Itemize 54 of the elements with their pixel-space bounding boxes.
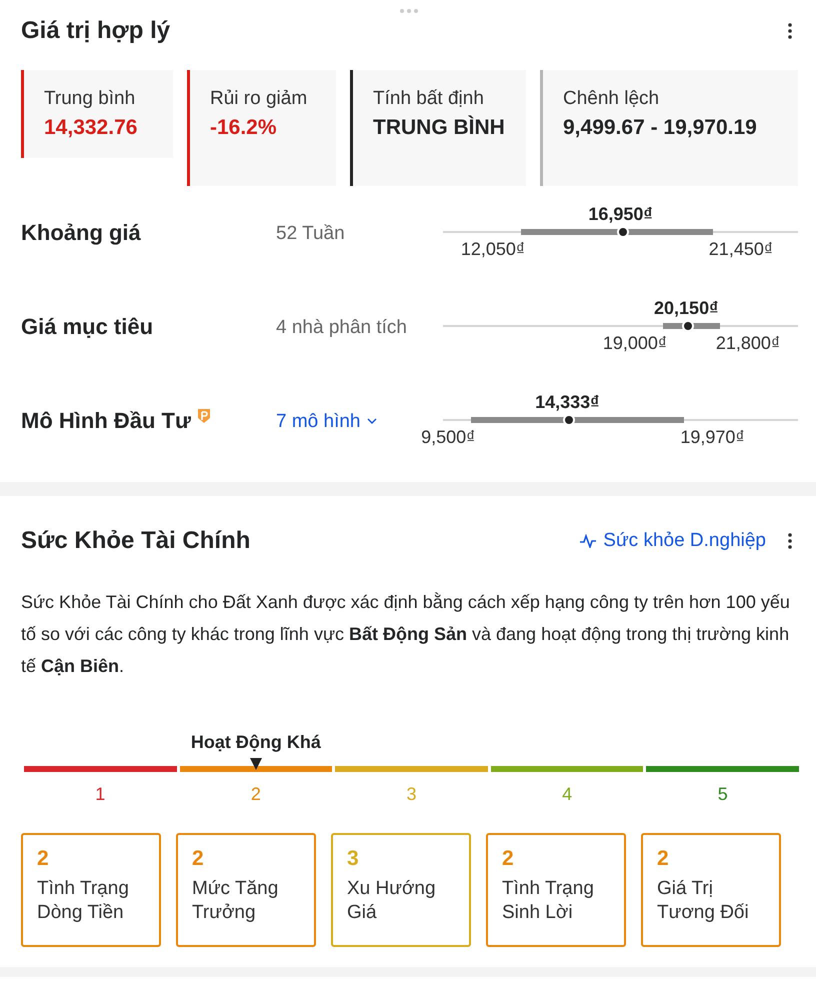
stat-label: Trung bình bbox=[44, 87, 136, 111]
score-card[interactable]: 2 Tình Trạng Sinh Lời bbox=[486, 833, 626, 947]
more-options-icon[interactable] bbox=[788, 533, 792, 549]
low-value: 12,050₫ bbox=[460, 239, 526, 260]
scale-number: 2 bbox=[250, 784, 261, 805]
scale-number: 5 bbox=[718, 784, 728, 805]
stat-value: 14,332.76 bbox=[44, 115, 138, 141]
chevron-down-icon bbox=[366, 418, 376, 424]
pulse-icon bbox=[579, 534, 598, 548]
stat-value: TRUNG BÌNH bbox=[373, 114, 506, 141]
current-value: 16,950₫ bbox=[588, 204, 653, 225]
score-value: 2 bbox=[192, 847, 205, 871]
score-card[interactable]: 2 Tình Trạng Dòng Tiền bbox=[21, 833, 161, 947]
stat-value: 9,499.67 - 19,970.19 bbox=[563, 115, 758, 141]
stat-value: -16.2% bbox=[210, 115, 278, 141]
stat-label: Tính bất định bbox=[373, 87, 485, 111]
score-label: Mức Tăng Trưởng bbox=[192, 877, 280, 925]
drag-handle-icon[interactable] bbox=[400, 9, 418, 13]
current-value: 14,333₫ bbox=[535, 392, 600, 413]
score-label: Tình Trạng Sinh Lời bbox=[502, 877, 595, 925]
high-value: 19,970₫ bbox=[680, 427, 745, 448]
description-text: Sức Khỏe Tài Chính cho Đất Xanh được xác định bằng cách xếp hạng công ty trên hơn 100 yếu tố so với các công ty khác trong lĩnh vực Bất Động Sản và đang hoạt động trong thị trường kinh tế Cận Biên. bbox=[21, 591, 791, 678]
row-label: Mô Hình Đầu Tư bbox=[21, 408, 276, 434]
score-label: Xu Hướng Giá bbox=[347, 877, 437, 925]
score-value: 2 bbox=[37, 847, 50, 871]
current-value: 20,150₫ bbox=[654, 298, 718, 319]
row-label: Giá mục tiêu bbox=[21, 314, 154, 340]
more-options-icon[interactable] bbox=[788, 23, 792, 39]
score-value: 2 bbox=[502, 847, 515, 871]
models-dropdown[interactable]: 7 mô hình bbox=[276, 408, 376, 434]
pro-badge-icon bbox=[196, 408, 211, 424]
health-link[interactable]: Sức khỏe D.nghiệp bbox=[579, 530, 766, 552]
score-card[interactable]: 2 Giá Trị Tương Đối bbox=[641, 833, 781, 947]
low-value: 9,500₫ bbox=[421, 427, 476, 448]
row-subtext: 4 nhà phân tích bbox=[276, 316, 407, 338]
section-title: Giá trị hợp lý bbox=[21, 17, 170, 45]
score-value: 3 bbox=[347, 847, 360, 871]
scale-number: 4 bbox=[562, 784, 572, 805]
scale-number: 1 bbox=[95, 784, 106, 805]
score-label: Tình Trạng Dòng Tiền bbox=[37, 877, 130, 925]
row-subtext: 52 Tuần bbox=[276, 222, 345, 244]
scale-number: 3 bbox=[406, 784, 416, 805]
row-label: Khoảng giá bbox=[21, 220, 142, 246]
score-card[interactable]: 3 Xu Hướng Giá bbox=[331, 833, 471, 947]
stat-label: Chênh lệch bbox=[563, 87, 660, 111]
stat-label: Rủi ro giảm bbox=[210, 87, 308, 111]
score-card[interactable]: 2 Mức Tăng Trưởng bbox=[176, 833, 316, 947]
score-label: Giá Trị Tương Đối bbox=[657, 877, 750, 925]
high-value: 21,800₫ bbox=[716, 333, 780, 354]
rating-label: Hoạt Động Khá bbox=[190, 732, 321, 753]
section-title: Sức Khỏe Tài Chính bbox=[21, 527, 250, 555]
low-value: 19,000₫ bbox=[602, 333, 668, 354]
score-value: 2 bbox=[657, 847, 670, 871]
high-value: 21,450₫ bbox=[708, 239, 774, 260]
